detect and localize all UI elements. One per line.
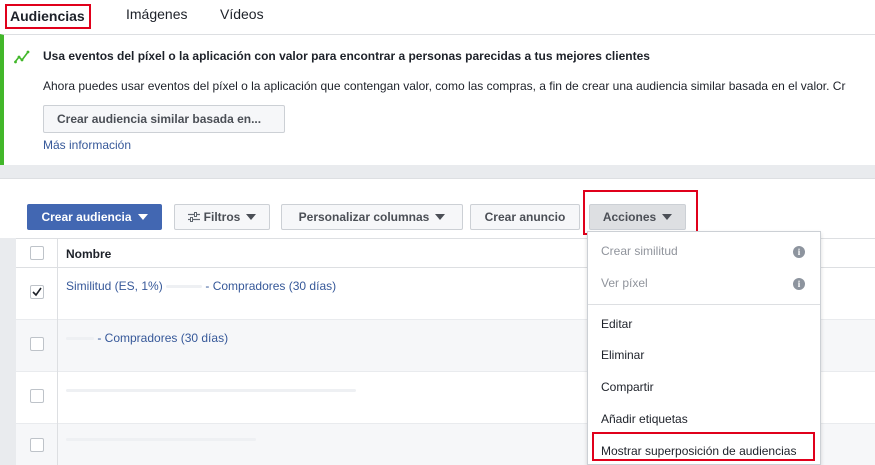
sliders-icon [187,211,200,222]
header-check-cell [16,239,58,269]
menu-item-add-tags[interactable]: Añadir etiquetas [601,412,688,426]
create-audience-label: Crear audiencia [41,210,132,224]
menu-item-edit[interactable]: Editar [601,317,632,331]
audience-name-link[interactable] [66,432,256,446]
tab-audiencias[interactable]: Audiencias [5,4,91,29]
menu-divider [588,304,820,305]
row-checkbox[interactable] [30,285,44,299]
select-all-checkbox[interactable] [30,246,44,260]
checkmark-icon [32,287,42,297]
notice-text: Ahora puedes usar eventos del píxel o la… [43,79,846,93]
trend-line-icon [14,50,30,64]
audience-name-text: - Compradores (30 días) [205,279,337,293]
redacted-text [66,438,256,442]
redacted-text [66,389,356,393]
value-lookalike-notice: Usa eventos del píxel o la aplicación co… [0,34,875,165]
row-check-cell [16,268,58,320]
toolbar: Crear audiencia Filtros Personalizar col… [0,178,875,238]
create-audience-button[interactable]: Crear audiencia [27,204,162,230]
chevron-down-icon [137,213,148,220]
create-ad-button[interactable]: Crear anuncio [470,204,580,230]
filters-button[interactable]: Filtros [174,204,270,230]
menu-item-delete[interactable]: Eliminar [601,348,644,362]
menu-item-share[interactable]: Compartir [601,380,654,394]
column-header-name: Nombre [66,247,112,261]
menu-item-view-pixel[interactable]: Ver píxel [601,276,648,290]
audience-name-link[interactable]: Similitud (ES, 1%) - Compradores (30 día… [66,279,336,293]
notice-title: Usa eventos del píxel o la aplicación co… [43,49,650,63]
tab-imagenes[interactable]: Imágenes [126,6,187,22]
actions-menu: Crear similitud i Ver píxel i Editar Eli… [587,231,821,465]
audience-name-link[interactable] [66,383,356,397]
customize-columns-label: Personalizar columnas [298,210,430,224]
customize-columns-button[interactable]: Personalizar columnas [281,204,463,230]
filters-label: Filtros [203,210,241,224]
highlight-actions [583,190,698,235]
row-check-cell [16,320,58,372]
highlight-audience-overlap [592,432,815,461]
row-checkbox[interactable] [30,438,44,452]
chevron-down-icon [435,213,446,220]
row-checkbox[interactable] [30,389,44,403]
tab-videos[interactable]: Vídeos [220,6,264,22]
chevron-down-icon [246,213,257,220]
row-check-cell [16,372,58,424]
audience-name-text: Similitud (ES, 1%) [66,279,163,293]
audience-name-text: - Compradores (30 días) [97,331,229,345]
redacted-text [166,285,203,289]
audience-name-link[interactable]: - Compradores (30 días) [66,331,228,345]
tab-bar: Audiencias Imágenes Vídeos [0,0,875,34]
info-icon[interactable]: i [793,278,805,290]
row-checkbox[interactable] [30,337,44,351]
create-value-lookalike-button[interactable]: Crear audiencia similar basada en... [43,105,285,133]
row-check-cell [16,424,58,465]
info-icon[interactable]: i [793,246,805,258]
redacted-text [66,337,94,341]
more-info-link[interactable]: Más información [43,138,131,152]
menu-item-create-lookalike[interactable]: Crear similitud [601,244,678,258]
